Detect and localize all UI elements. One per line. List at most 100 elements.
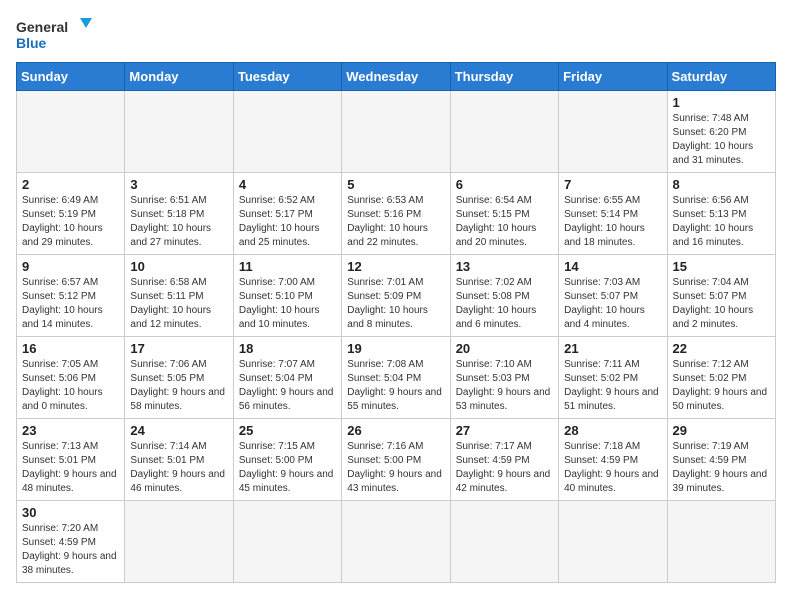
day-info: Sunrise: 7:18 AM Sunset: 4:59 PM Dayligh… [564,440,661,496]
column-header-sunday: Sunday [17,63,125,91]
calendar-cell: 4Sunrise: 6:52 AM Sunset: 5:17 PM Daylig… [233,173,341,255]
calendar-cell: 9Sunrise: 6:57 AM Sunset: 5:12 PM Daylig… [17,255,125,337]
calendar-cell: 2Sunrise: 6:49 AM Sunset: 5:19 PM Daylig… [17,173,125,255]
day-info: Sunrise: 7:13 AM Sunset: 5:01 PM Dayligh… [22,440,119,496]
calendar-cell: 22 Sunrise: 7:12 AM Sunset: 5:02 PM Dayli… [667,337,775,419]
calendar-week-row: 9Sunrise: 6:57 AM Sunset: 5:12 PM Daylig… [17,255,776,337]
calendar-cell: 8 Sunrise: 6:56 AM Sunset: 5:13 PM Daylig… [667,173,775,255]
calendar-cell: 20 Sunrise: 7:10 AM Sunset: 5:03 PM Dayli… [450,337,558,419]
day-number: 9 [22,259,119,274]
calendar-cell [450,501,558,583]
calendar-cell: 6Sunrise: 6:54 AM Sunset: 5:15 PM Daylig… [450,173,558,255]
column-header-wednesday: Wednesday [342,63,450,91]
calendar-cell [342,91,450,173]
day-number: 11 [239,259,336,274]
calendar-cell [559,501,667,583]
day-info: Sunrise: 7:17 AM Sunset: 4:59 PM Dayligh… [456,440,553,496]
day-info: Sunrise: 6:56 AM Sunset: 5:13 PM Dayligh… [673,194,770,250]
day-info: Sunrise: 7:10 AM Sunset: 5:03 PM Dayligh… [456,358,553,414]
column-header-monday: Monday [125,63,233,91]
day-number: 30 [22,505,119,520]
day-number: 7 [564,177,661,192]
day-number: 12 [347,259,444,274]
calendar-cell: 23Sunrise: 7:13 AM Sunset: 5:01 PM Dayli… [17,419,125,501]
column-header-saturday: Saturday [667,63,775,91]
svg-text:Blue: Blue [16,35,47,51]
calendar-week-row: 30 Sunrise: 7:20 AM Sunset: 4:59 PM Dayli… [17,501,776,583]
svg-text:General: General [16,19,68,35]
day-number: 8 [673,177,770,192]
day-number: 24 [130,423,227,438]
calendar-cell: 27 Sunrise: 7:17 AM Sunset: 4:59 PM Dayli… [450,419,558,501]
day-info: Sunrise: 7:12 AM Sunset: 5:02 PM Dayligh… [673,358,770,414]
day-info: Sunrise: 7:19 AM Sunset: 4:59 PM Dayligh… [673,440,770,496]
calendar-cell: 16Sunrise: 7:05 AM Sunset: 5:06 PM Dayli… [17,337,125,419]
day-info: Sunrise: 7:20 AM Sunset: 4:59 PM Dayligh… [22,522,119,578]
calendar-cell: 10 Sunrise: 6:58 AM Sunset: 5:11 PM Dayli… [125,255,233,337]
calendar-cell: 14 Sunrise: 7:03 AM Sunset: 5:07 PM Dayli… [559,255,667,337]
day-info: Sunrise: 7:48 AM Sunset: 6:20 PM Dayligh… [673,112,770,168]
column-header-friday: Friday [559,63,667,91]
day-number: 1 [673,95,770,110]
calendar-cell: 30 Sunrise: 7:20 AM Sunset: 4:59 PM Dayli… [17,501,125,583]
day-number: 18 [239,341,336,356]
day-number: 27 [456,423,553,438]
calendar-header-row: SundayMondayTuesdayWednesdayThursdayFrid… [17,63,776,91]
column-header-thursday: Thursday [450,63,558,91]
day-info: Sunrise: 6:55 AM Sunset: 5:14 PM Dayligh… [564,194,661,250]
day-number: 26 [347,423,444,438]
calendar-week-row: 16Sunrise: 7:05 AM Sunset: 5:06 PM Dayli… [17,337,776,419]
day-info: Sunrise: 7:16 AM Sunset: 5:00 PM Dayligh… [347,440,444,496]
calendar-week-row: 2Sunrise: 6:49 AM Sunset: 5:19 PM Daylig… [17,173,776,255]
day-number: 4 [239,177,336,192]
day-info: Sunrise: 6:53 AM Sunset: 5:16 PM Dayligh… [347,194,444,250]
day-number: 25 [239,423,336,438]
calendar-week-row: 1 Sunrise: 7:48 AM Sunset: 6:20 PM Daylig… [17,91,776,173]
day-number: 17 [130,341,227,356]
calendar-cell: 29 Sunrise: 7:19 AM Sunset: 4:59 PM Dayli… [667,419,775,501]
day-number: 10 [130,259,227,274]
day-number: 22 [673,341,770,356]
calendar-cell: 12Sunrise: 7:01 AM Sunset: 5:09 PM Dayli… [342,255,450,337]
calendar-cell [17,91,125,173]
calendar-cell [233,501,341,583]
calendar-cell [450,91,558,173]
day-info: Sunrise: 7:08 AM Sunset: 5:04 PM Dayligh… [347,358,444,414]
day-info: Sunrise: 7:15 AM Sunset: 5:00 PM Dayligh… [239,440,336,496]
day-info: Sunrise: 7:14 AM Sunset: 5:01 PM Dayligh… [130,440,227,496]
page-header: General Blue [16,16,776,52]
calendar-table: SundayMondayTuesdayWednesdayThursdayFrid… [16,62,776,583]
day-info: Sunrise: 7:11 AM Sunset: 5:02 PM Dayligh… [564,358,661,414]
calendar-cell: 1 Sunrise: 7:48 AM Sunset: 6:20 PM Daylig… [667,91,775,173]
calendar-cell: 25 Sunrise: 7:15 AM Sunset: 5:00 PM Dayli… [233,419,341,501]
calendar-cell: 15Sunrise: 7:04 AM Sunset: 5:07 PM Dayli… [667,255,775,337]
day-number: 14 [564,259,661,274]
calendar-cell: 3Sunrise: 6:51 AM Sunset: 5:18 PM Daylig… [125,173,233,255]
column-header-tuesday: Tuesday [233,63,341,91]
day-number: 29 [673,423,770,438]
day-info: Sunrise: 6:58 AM Sunset: 5:11 PM Dayligh… [130,276,227,332]
day-number: 2 [22,177,119,192]
calendar-cell: 19Sunrise: 7:08 AM Sunset: 5:04 PM Dayli… [342,337,450,419]
day-info: Sunrise: 7:06 AM Sunset: 5:05 PM Dayligh… [130,358,227,414]
calendar-cell [125,501,233,583]
calendar-cell [125,91,233,173]
calendar-cell [342,501,450,583]
day-number: 20 [456,341,553,356]
calendar-week-row: 23Sunrise: 7:13 AM Sunset: 5:01 PM Dayli… [17,419,776,501]
generalblue-logo-icon: General Blue [16,16,96,52]
day-number: 6 [456,177,553,192]
day-info: Sunrise: 7:05 AM Sunset: 5:06 PM Dayligh… [22,358,119,414]
calendar-cell: 24 Sunrise: 7:14 AM Sunset: 5:01 PM Dayli… [125,419,233,501]
day-number: 13 [456,259,553,274]
day-info: Sunrise: 7:03 AM Sunset: 5:07 PM Dayligh… [564,276,661,332]
calendar-cell [559,91,667,173]
day-number: 21 [564,341,661,356]
calendar-cell: 11 Sunrise: 7:00 AM Sunset: 5:10 PM Dayli… [233,255,341,337]
calendar-cell: 17 Sunrise: 7:06 AM Sunset: 5:05 PM Dayli… [125,337,233,419]
day-info: Sunrise: 7:00 AM Sunset: 5:10 PM Dayligh… [239,276,336,332]
logo: General Blue [16,16,96,52]
day-info: Sunrise: 7:02 AM Sunset: 5:08 PM Dayligh… [456,276,553,332]
calendar-cell: 13 Sunrise: 7:02 AM Sunset: 5:08 PM Dayli… [450,255,558,337]
day-number: 5 [347,177,444,192]
